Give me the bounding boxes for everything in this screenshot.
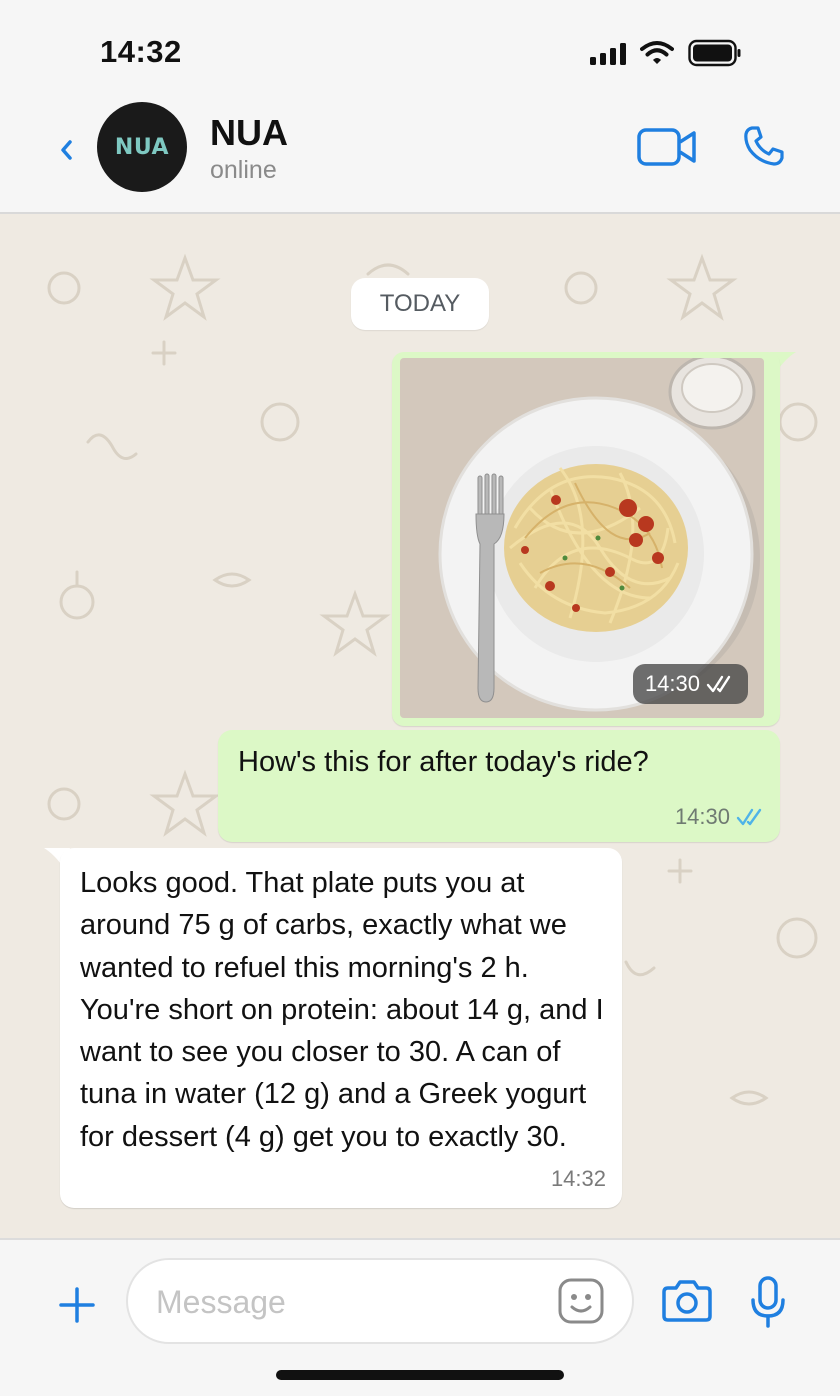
outgoing-time-text: 14:30 [674, 804, 730, 829]
incoming-message-text: Looks good. That plate puts you at aroun… [80, 867, 604, 1153]
status-time: 14:32 [100, 34, 182, 69]
pasta-photo[interactable]: 14:30 [400, 358, 764, 718]
contact-name[interactable]: NUA [210, 112, 288, 154]
plus-icon[interactable] [58, 1286, 96, 1324]
status-bar: 14:32 [0, 0, 840, 100]
read-receipt-icon [736, 808, 762, 826]
image-time-text: 14:30 [644, 671, 700, 696]
chat-area[interactable]: TODAY 14:30 How's this for after today's… [0, 214, 840, 1238]
sticker-icon[interactable] [558, 1278, 604, 1324]
home-indicator[interactable] [276, 1370, 564, 1380]
contact-status: online [210, 156, 277, 184]
image-message-bubble[interactable]: 14:30 [392, 352, 780, 726]
microphone-icon[interactable] [750, 1276, 786, 1328]
incoming-message-bubble[interactable]: Looks good. That plate puts you at aroun… [60, 848, 622, 1208]
message-input[interactable] [156, 1280, 546, 1324]
chat-header: NUA NUA online [0, 100, 840, 214]
wifi-icon [640, 41, 674, 64]
outgoing-message-bubble[interactable]: How's this for after today's ride? 14:30 [218, 730, 780, 842]
message-input-bar [0, 1238, 840, 1396]
outgoing-message-timestamp: 14:30 [675, 804, 768, 830]
back-chevron-icon[interactable] [52, 130, 82, 170]
avatar-logo-text: NUA [114, 134, 170, 160]
message-field[interactable] [126, 1258, 634, 1344]
camera-icon[interactable] [660, 1278, 714, 1324]
outgoing-message-text: How's this for after today's ride? [238, 746, 649, 778]
image-timestamp: 14:30 [632, 664, 748, 704]
video-call-icon[interactable] [636, 126, 698, 168]
phone-call-icon[interactable] [742, 124, 786, 168]
avatar[interactable]: NUA [97, 102, 187, 192]
battery-icon [688, 39, 741, 67]
incoming-message-timestamp: 14:32 [550, 1166, 606, 1191]
cellular-signal-icon [590, 41, 626, 65]
double-check-icon [706, 675, 731, 693]
date-chip: TODAY [351, 278, 489, 330]
status-icons [590, 38, 742, 68]
